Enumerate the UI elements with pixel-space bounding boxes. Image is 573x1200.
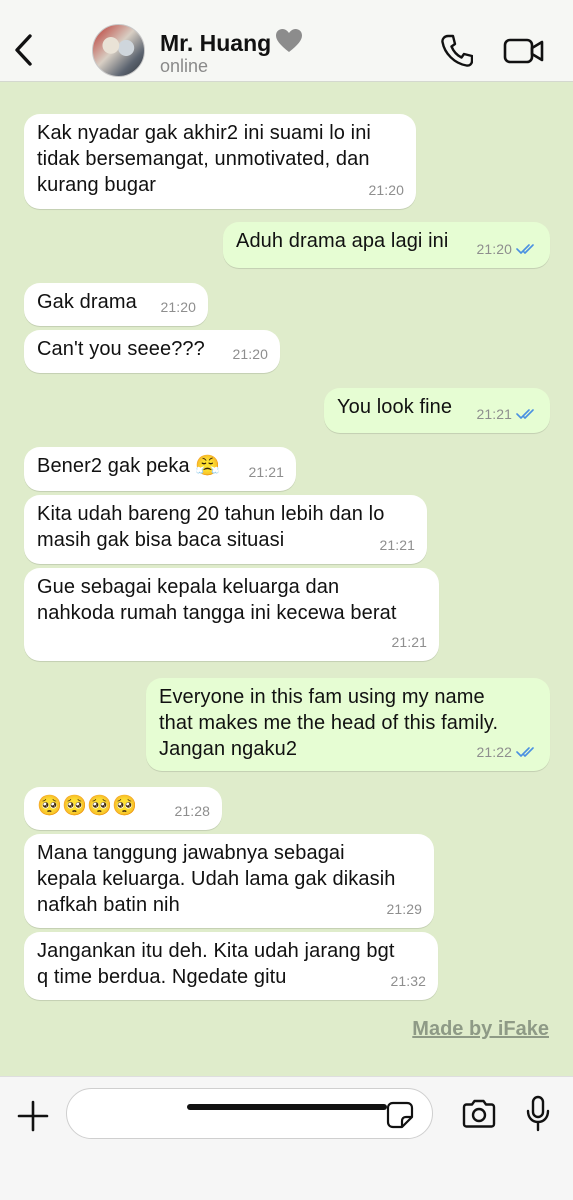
- video-camera-icon: [503, 38, 544, 64]
- message-time: 21:28: [174, 803, 210, 819]
- message-bubble-incoming[interactable]: Jangankan itu deh. Kita udah jarang bgt …: [24, 932, 438, 1000]
- message-text: Gue sebagai kepala keluarga dan nahkoda …: [37, 576, 397, 624]
- message-time: 21:29: [386, 901, 422, 917]
- message-text: Bener2 gak peka 😤: [37, 455, 221, 477]
- plus-icon: [17, 1100, 49, 1132]
- message-bubble-incoming[interactable]: Gue sebagai kepala keluarga dan nahkoda …: [24, 568, 439, 661]
- message-time: 21:20: [368, 182, 404, 198]
- message-text: Kita udah bareng 20 tahun lebih dan lo m…: [37, 503, 385, 551]
- phone-icon: [441, 34, 474, 67]
- message-bubble-incoming[interactable]: Bener2 gak peka 😤 21:21: [24, 447, 296, 491]
- message-input[interactable]: [66, 1088, 433, 1139]
- contact-name: Mr. Huang: [160, 30, 272, 56]
- message-time: 21:21: [248, 464, 284, 480]
- voice-call-button[interactable]: [441, 34, 474, 68]
- home-indicator[interactable]: [187, 1104, 387, 1110]
- message-time: 21:20: [232, 346, 268, 362]
- message-bubble-outgoing[interactable]: Aduh drama apa lagi ini 21:20: [223, 222, 550, 268]
- chevron-left-icon: [15, 34, 32, 66]
- camera-button[interactable]: [461, 1099, 497, 1129]
- double-check-read-icon: [516, 409, 534, 419]
- message-bubble-incoming[interactable]: Gak drama 21:20: [24, 283, 208, 326]
- double-check-read-icon: [516, 244, 534, 254]
- message-time: 21:21: [476, 406, 512, 422]
- chat-header: Mr. Huang online: [0, 0, 573, 82]
- message-time: 21:32: [390, 973, 426, 989]
- sticker-button[interactable]: [386, 1101, 414, 1129]
- message-time: 21:21: [391, 634, 427, 650]
- message-bubble-incoming[interactable]: Kita udah bareng 20 tahun lebih dan lo m…: [24, 495, 427, 564]
- contact-status: online: [160, 56, 209, 76]
- back-button[interactable]: [10, 30, 38, 70]
- message-text: Mana tanggung jawabnya sebagai kepala ke…: [37, 842, 396, 916]
- grey-heart-icon: [276, 29, 303, 52]
- message-bubble-incoming[interactable]: Can't you seee??? 21:20: [24, 330, 280, 373]
- video-call-button[interactable]: [503, 36, 545, 66]
- microphone-button[interactable]: [525, 1095, 551, 1133]
- message-time: 21:20: [160, 299, 196, 315]
- message-time: 21:21: [379, 537, 415, 553]
- camera-icon: [462, 1099, 496, 1128]
- message-text: Jangankan itu deh. Kita udah jarang bgt …: [37, 940, 395, 988]
- message-bubble-incoming[interactable]: Mana tanggung jawabnya sebagai kepala ke…: [24, 834, 434, 928]
- message-bubble-outgoing[interactable]: You look fine 21:21: [324, 388, 550, 433]
- message-input-bar: [0, 1076, 573, 1200]
- microphone-icon: [526, 1095, 550, 1132]
- message-bubble-incoming[interactable]: 🥺🥺🥺🥺 21:28: [24, 787, 222, 830]
- message-bubble-incoming[interactable]: Kak nyadar gak akhir2 ini suami lo ini t…: [24, 114, 416, 209]
- message-time: 21:22: [476, 744, 512, 760]
- contact-name-row[interactable]: Mr. Huang: [160, 28, 303, 57]
- attach-button[interactable]: [16, 1099, 50, 1133]
- sticker-icon: [386, 1101, 414, 1129]
- contact-avatar[interactable]: [92, 24, 145, 77]
- message-text: Kak nyadar gak akhir2 ini suami lo ini t…: [37, 122, 371, 196]
- double-check-read-icon: [516, 747, 534, 757]
- message-time: 21:20: [476, 241, 512, 257]
- message-bubble-outgoing[interactable]: Everyone in this fam using my name that …: [146, 678, 550, 771]
- chat-area: Kak nyadar gak akhir2 ini suami lo ini t…: [0, 83, 573, 1076]
- watermark: Made by iFake: [412, 1018, 549, 1040]
